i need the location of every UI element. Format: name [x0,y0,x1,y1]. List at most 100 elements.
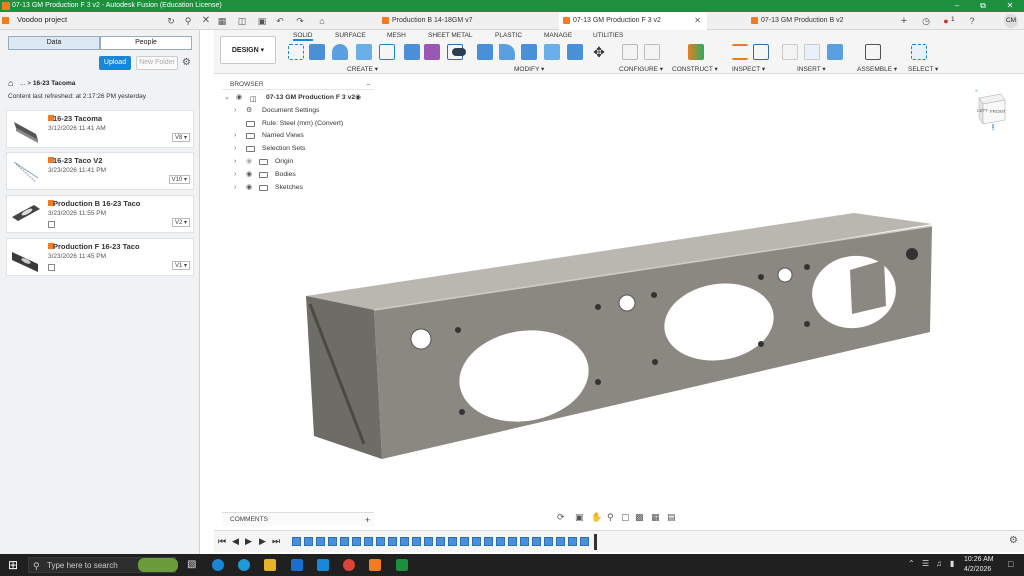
tab-data[interactable]: Data [8,36,100,50]
timeline-feature[interactable] [460,537,469,546]
comments-bar[interactable]: COMMENTS + [222,512,374,526]
create-menu[interactable]: CREATE ▾ [347,65,378,73]
edge-icon[interactable] [238,559,250,571]
task-view-icon[interactable]: ▧ [187,559,199,571]
search-icon[interactable]: ⚲ [182,15,194,27]
grid-apps-icon[interactable]: ▦ [216,15,228,27]
viewport-canvas[interactable] [214,74,1024,530]
clock-time[interactable]: 10:26 AM [964,556,994,563]
file-card[interactable]: 16-23 Tacoma 3/12/2026 11:41 AM V8 ▾ [6,110,194,148]
move-icon[interactable]: ✥ [591,44,607,60]
timeline-feature[interactable] [400,537,409,546]
timeline-feature[interactable] [484,537,493,546]
redo-icon[interactable]: ↷ [294,15,306,27]
inspect-menu[interactable]: INSPECT ▾ [732,65,765,73]
new-folder-button[interactable]: New Folder [136,56,178,70]
close-window-button[interactable]: ✕ [997,0,1023,12]
timeline-feature[interactable] [448,537,457,546]
form-icon[interactable] [404,44,420,60]
revolve-icon[interactable] [332,44,348,60]
combine-icon[interactable] [544,44,560,60]
job-status-icon[interactable]: ◷ [920,15,932,27]
fit-icon[interactable]: ▢ [621,512,630,523]
maximize-button[interactable]: ⧉ [970,0,996,12]
insert-menu[interactable]: INSERT ▾ [797,65,826,73]
file-card[interactable]: Production B 16-23 Taco 3/23/2026 11:55 … [6,195,194,233]
file-card[interactable]: Production F 16-23 Taco 3/23/2026 11:45 … [6,238,194,276]
step-forward-icon[interactable]: ▶ [259,536,266,547]
copilot-icon[interactable] [212,559,224,571]
undo-icon[interactable]: ↶ [274,15,286,27]
go-to-start-icon[interactable]: ⏮ [218,536,226,547]
windows-start-icon[interactable]: ⊞ [8,558,18,572]
viewcube-left-label[interactable]: LEFT [977,108,988,113]
timeline-feature[interactable] [412,537,421,546]
new-sketch-icon[interactable] [288,44,304,60]
minimize-button[interactable]: – [944,0,970,12]
extrude-icon[interactable] [309,44,325,60]
tab-plastic[interactable]: PLASTIC [495,32,522,39]
notification-center-icon[interactable]: □ [1008,559,1013,569]
insert-mesh-icon[interactable] [804,44,820,60]
version-badge[interactable]: V1 ▾ [171,261,190,270]
version-badge[interactable]: V10 ▾ [168,175,190,184]
mail-icon[interactable] [291,559,303,571]
excel-icon[interactable] [396,559,408,571]
modify-menu[interactable]: MODIFY ▾ [514,65,544,73]
tab-utilities[interactable]: UTILITIES [593,32,623,39]
tab-sheet-metal[interactable]: SHEET METAL [428,32,473,39]
timeline-feature[interactable] [304,537,313,546]
timeline-feature[interactable] [352,537,361,546]
timeline-feature[interactable] [472,537,481,546]
zoom-icon[interactable]: ⚲ [607,512,614,523]
look-at-icon[interactable]: ▣ [575,512,584,523]
close-tab-icon[interactable]: ✕ [694,12,701,30]
file-explorer-icon[interactable] [264,559,276,571]
timeline-feature[interactable] [496,537,505,546]
timeline-feature[interactable] [436,537,445,546]
chrome-icon[interactable] [343,559,355,571]
version-badge[interactable]: V8 ▾ [171,133,190,142]
tab-surface[interactable]: SURFACE [335,32,366,39]
scale-icon[interactable] [567,44,583,60]
construct-menu[interactable]: CONSTRUCT ▾ [672,65,718,73]
add-comment-icon[interactable]: + [365,513,370,527]
timeline-feature[interactable] [568,537,577,546]
timeline-marker[interactable] [594,534,597,550]
tab-mesh[interactable]: MESH [387,32,406,39]
timeline-feature[interactable] [544,537,553,546]
orbit-icon[interactable]: ⟳ [557,512,565,523]
help-icon[interactable]: ? [966,15,978,27]
fillet-icon[interactable] [477,44,493,60]
store-icon[interactable] [317,559,329,571]
offset-plane-icon[interactable] [688,44,704,60]
timeline-feature[interactable] [580,537,589,546]
configure-menu[interactable]: CONFIGURE ▾ [619,65,663,73]
timeline-feature[interactable] [424,537,433,546]
timeline-feature[interactable] [508,537,517,546]
insert-body-icon[interactable] [424,44,440,60]
timeline-feature[interactable] [364,537,373,546]
timeline-settings-icon[interactable]: ⚙ [1009,535,1018,546]
grid-settings-icon[interactable]: ▦ [651,512,660,523]
battery-icon[interactable]: ▮ [950,559,954,568]
viewcube-front-label[interactable]: FRONT [990,109,1006,114]
sketch-tools-icon[interactable] [379,44,395,60]
network-icon[interactable]: ☰ [922,559,929,568]
timeline-feature[interactable] [376,537,385,546]
insert-image-icon[interactable] [827,44,843,60]
press-pull-icon[interactable] [452,48,466,56]
refresh-icon[interactable]: ↻ [165,15,177,27]
timeline-feature[interactable] [316,537,325,546]
timeline-feature[interactable] [292,537,301,546]
upload-button[interactable]: Upload [99,56,131,70]
select-icon[interactable] [911,44,927,60]
pan-icon[interactable]: ✋ [591,512,602,523]
tab-manage[interactable]: MANAGE [544,32,572,39]
close-panel-icon[interactable]: ✕ [200,15,212,27]
viewports-icon[interactable]: ▤ [667,512,676,523]
timeline-feature[interactable] [532,537,541,546]
breadcrumb-ellipsis[interactable]: ... [20,80,25,87]
step-back-icon[interactable]: ◀ [232,536,239,547]
interference-icon[interactable] [753,44,769,60]
